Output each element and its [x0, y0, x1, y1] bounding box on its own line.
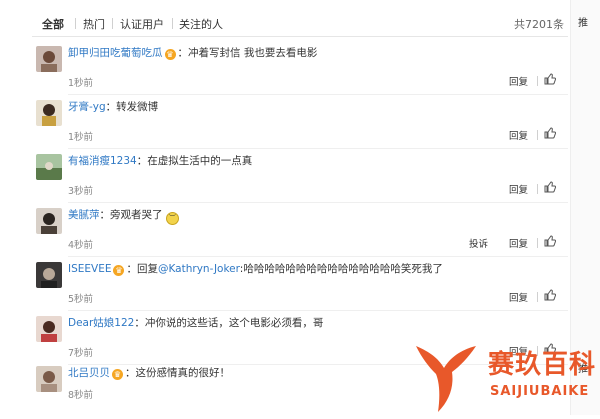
- comment-item: 有福消瘦1234：在虚拟生活中的一点真 3秒前 回复: [32, 149, 568, 203]
- reply-button[interactable]: 回复: [509, 128, 528, 142]
- comment-username[interactable]: Dear姑娘122: [68, 317, 134, 329]
- thumbs-up-icon[interactable]: [544, 235, 556, 247]
- reply-button[interactable]: 回复: [509, 290, 528, 304]
- reply-prefix: 回复: [136, 263, 158, 275]
- action-divider: [537, 184, 538, 194]
- colon-separator: ：: [125, 367, 136, 379]
- member-crown-icon: ♛: [112, 369, 123, 380]
- comment-text: 冲着写封信 我也要去看电影: [188, 47, 318, 59]
- right-edge-label[interactable]: 推: [578, 14, 588, 29]
- reply-button[interactable]: 回复: [509, 74, 528, 88]
- colon-separator: ：: [126, 263, 137, 275]
- total-count: 共7201条: [514, 18, 564, 31]
- colon-separator: ：: [134, 317, 145, 329]
- thumbs-up-icon[interactable]: [544, 289, 556, 301]
- whale-tail-logo-icon: [416, 346, 476, 412]
- comment-text: 旁观者哭了: [110, 209, 163, 221]
- user-avatar[interactable]: [36, 100, 62, 126]
- watermark-text-en: SAIJIUBAIKE: [490, 384, 590, 399]
- colon-separator: ：: [99, 209, 111, 221]
- watermark-logo: 赛玖百科 SAIJIUBAIKE: [410, 338, 600, 415]
- comment-time: 4秒前: [68, 240, 94, 251]
- crying-emoji-icon: ︶: [165, 212, 179, 225]
- comment-text: 转发微博: [116, 101, 159, 113]
- tab-followed[interactable]: 关注的人: [179, 16, 223, 32]
- tab-hot[interactable]: 热门: [83, 16, 105, 32]
- comment-text: 在虚拟生活中的一点真: [147, 155, 253, 167]
- colon-separator: ：: [136, 155, 148, 167]
- comment-item: ISEEVEE ♛ ：回复@Kathryn-Joker:哈哈哈哈哈哈哈哈哈哈哈哈哈哈…: [32, 257, 568, 311]
- reply-button[interactable]: 回复: [509, 182, 528, 196]
- user-avatar[interactable]: [36, 366, 62, 392]
- thumbs-up-icon[interactable]: [544, 127, 556, 139]
- comment-text: 这份感情真的很好！: [135, 367, 231, 379]
- comment-item: 牙膏-yg：转发微博 1秒前 回复: [32, 95, 568, 149]
- comment-username[interactable]: 美腻萍: [68, 209, 100, 221]
- comment-time: 8秒前: [68, 390, 94, 401]
- user-avatar[interactable]: [36, 262, 62, 288]
- action-divider: [537, 292, 538, 302]
- tab-divider: [75, 18, 76, 29]
- member-crown-icon: ♛: [164, 49, 176, 60]
- comment-time: 7秒前: [68, 348, 94, 359]
- action-divider: [537, 76, 538, 86]
- mention-link[interactable]: @Kathryn-Joker: [158, 263, 240, 275]
- comment-time: 1秒前: [68, 132, 94, 143]
- action-divider: [537, 238, 538, 248]
- comment-panel-screen: 全部 热门 认证用户 关注的人 共7201条 卸甲归田吃葡萄吃瓜 ♛ ：冲着写封信 …: [0, 0, 600, 415]
- comment-text: 冲你说的这些话，这个电影必须看，哥: [144, 317, 324, 329]
- report-button[interactable]: 投诉: [469, 236, 488, 250]
- comment-time: 5秒前: [68, 294, 94, 305]
- reply-button[interactable]: 回复: [509, 236, 528, 250]
- comment-tabs: 全部 热门 认证用户 关注的人 共7201条: [32, 8, 568, 37]
- tab-divider: [172, 18, 173, 29]
- user-avatar[interactable]: [36, 154, 62, 180]
- comment-time: 3秒前: [68, 186, 94, 197]
- user-avatar[interactable]: [36, 208, 62, 234]
- thumbs-up-icon[interactable]: [544, 73, 556, 85]
- comment-time: 1秒前: [68, 78, 94, 89]
- comment-username[interactable]: ISEEVEE: [68, 263, 111, 275]
- user-avatar[interactable]: [36, 46, 62, 72]
- thumbs-up-icon[interactable]: [544, 181, 556, 193]
- comment-text: :哈哈哈哈哈哈哈哈哈哈哈哈哈哈哈笑死我了: [239, 263, 443, 275]
- comment-username[interactable]: 牙膏-yg: [68, 101, 106, 113]
- member-crown-icon: ♛: [113, 265, 125, 276]
- tab-verified[interactable]: 认证用户: [120, 16, 164, 32]
- user-avatar[interactable]: [36, 316, 62, 342]
- tab-divider: [112, 18, 113, 29]
- colon-separator: ：: [177, 47, 189, 59]
- action-divider: [537, 130, 538, 140]
- comment-username[interactable]: 卸甲归田吃葡萄吃瓜: [68, 47, 163, 59]
- colon-separator: ：: [105, 101, 117, 113]
- tab-all[interactable]: 全部: [42, 16, 64, 32]
- comment-item: 美腻萍：旁观者哭了 ︶ 4秒前 投诉 回复: [32, 203, 568, 257]
- comment-item: 卸甲归田吃葡萄吃瓜 ♛ ：冲着写封信 我也要去看电影 1秒前 回复: [32, 41, 568, 95]
- watermark-text-cn: 赛玖百科: [488, 350, 597, 380]
- comment-username[interactable]: 有福消瘦1234: [68, 155, 137, 167]
- comment-username[interactable]: 北吕贝贝: [68, 367, 110, 379]
